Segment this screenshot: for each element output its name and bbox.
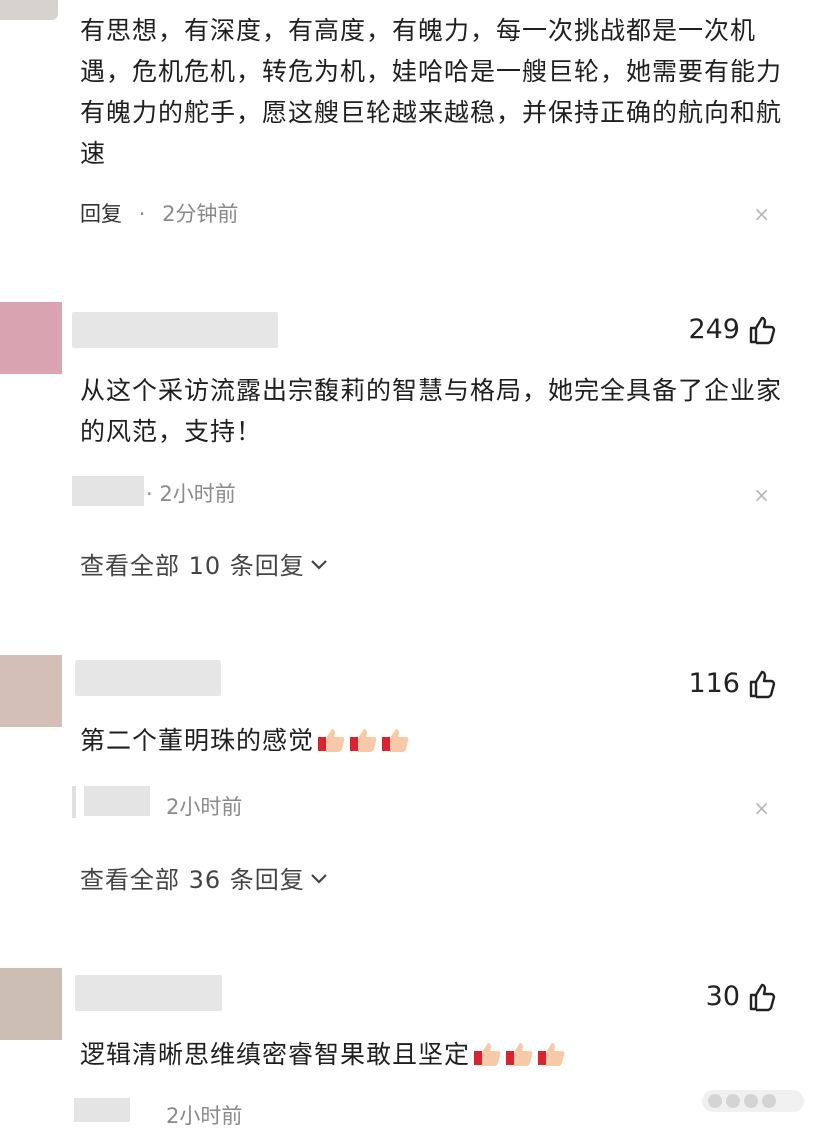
meta-separator: · (138, 202, 146, 226)
thumbs-up-emoji-icon (472, 1039, 502, 1069)
thumbs-up-emoji-icon (316, 725, 346, 755)
reply-author-blurred (74, 1098, 130, 1122)
like-count: 249 (688, 314, 740, 345)
comment-time: 2小时前 (166, 1104, 243, 1128)
view-all-label: 查看全部 10 条回复 (80, 552, 305, 580)
avatar[interactable] (0, 655, 62, 727)
reply-author-blurred (72, 476, 144, 506)
comment-text: 有思想，有深度，有高度，有魄力，每一次挑战都是一次机遇，危机危机，转危为机，娃哈… (80, 16, 783, 168)
avatar[interactable] (0, 968, 62, 1040)
watermark-dot-icon (708, 1094, 722, 1108)
comment-text: 第二个董明珠的感觉 (80, 720, 790, 761)
reply-button[interactable]: 回复 (80, 202, 122, 226)
meta-separator: · (146, 482, 153, 506)
close-icon[interactable]: × (753, 796, 770, 820)
close-icon[interactable]: × (753, 483, 770, 507)
like-button[interactable]: 30 (706, 981, 776, 1012)
comment-meta: · 2小时前 (146, 478, 236, 508)
username-blurred[interactable] (72, 312, 278, 348)
comment-text: 从这个采访流露出宗馥莉的智慧与格局，她完全具备了企业家的风范，支持！ (80, 376, 783, 446)
watermark-dot-icon (726, 1094, 740, 1108)
watermark-dot-icon (762, 1094, 776, 1108)
thumbs-up-emoji-icon (348, 725, 378, 755)
like-count: 116 (688, 668, 740, 699)
comment-time: 2分钟前 (162, 202, 239, 226)
avatar[interactable] (0, 302, 62, 374)
like-button[interactable]: 249 (688, 314, 776, 345)
like-button[interactable]: 116 (688, 668, 776, 699)
view-all-replies-button[interactable]: 查看全部 10 条回复 (80, 546, 329, 581)
chevron-down-icon (309, 550, 329, 578)
chevron-down-icon (309, 864, 329, 892)
comment-text-content: 逻辑清晰思维缜密睿智果敢且坚定 (80, 1040, 471, 1069)
comment-meta: 回复 · 2分钟前 (80, 198, 238, 228)
username-blurred[interactable] (75, 660, 221, 696)
thumbs-up-icon (748, 669, 776, 699)
reply-author-blurred (84, 786, 150, 816)
thumbs-up-icon (748, 315, 776, 345)
reply-indicator (72, 786, 76, 818)
comment-time: 2小时前 (159, 482, 236, 506)
watermark-badge (702, 1090, 804, 1112)
thumbs-up-icon (748, 982, 776, 1012)
watermark-dot-icon (744, 1094, 758, 1108)
thumbs-up-emoji-icon (536, 1039, 566, 1069)
like-count: 30 (705, 981, 740, 1012)
username-blurred[interactable] (75, 975, 222, 1011)
thumbs-up-emoji-icon (380, 725, 410, 755)
view-all-label: 查看全部 36 条回复 (80, 866, 305, 894)
view-all-replies-button[interactable]: 查看全部 36 条回复 (80, 860, 329, 895)
avatar[interactable] (0, 0, 58, 20)
comment-time: 2小时前 (166, 795, 243, 819)
close-icon[interactable]: × (753, 202, 770, 226)
comment-text-content: 第二个董明珠的感觉 (80, 726, 315, 755)
thumbs-up-emoji-icon (504, 1039, 534, 1069)
comment-text: 逻辑清晰思维缜密睿智果敢且坚定 (80, 1034, 790, 1075)
